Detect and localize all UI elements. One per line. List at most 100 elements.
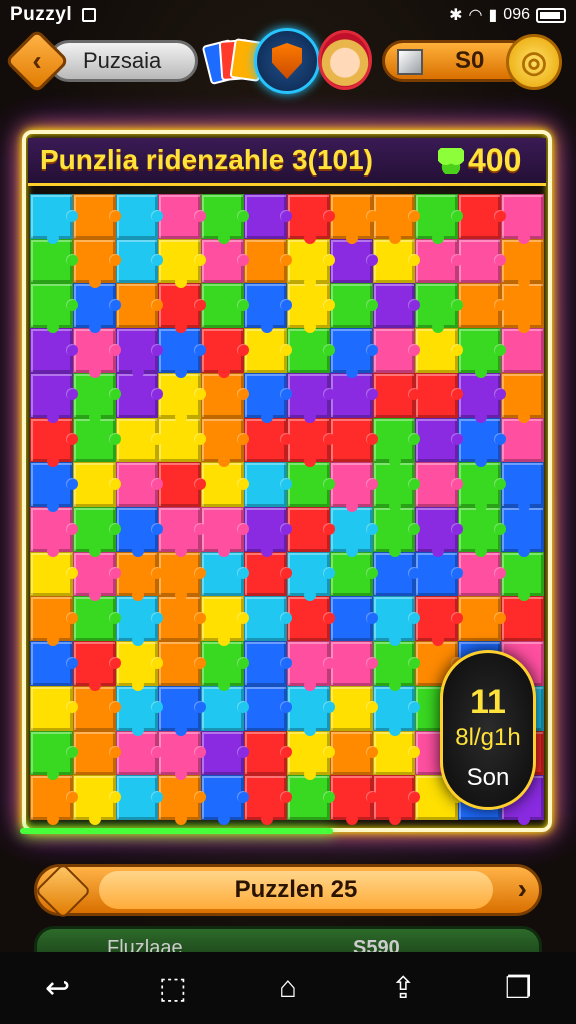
nav-home-icon[interactable]: ⌂ (263, 963, 313, 1013)
puzzle-piece[interactable] (286, 462, 335, 507)
coin-icon[interactable]: ◎ (506, 34, 562, 90)
puzzle-piece[interactable] (501, 238, 544, 289)
puzzle-piece[interactable] (415, 328, 464, 373)
puzzle-piece[interactable] (372, 283, 421, 329)
puzzle-piece[interactable] (244, 685, 292, 731)
puzzle-piece[interactable] (244, 641, 292, 686)
puzzle-piece[interactable] (30, 507, 78, 557)
puzzle-piece[interactable] (329, 417, 378, 463)
puzzle-piece[interactable] (158, 372, 207, 423)
puzzle-piece[interactable] (115, 238, 164, 284)
puzzle-piece[interactable] (72, 730, 121, 776)
puzzle-piece[interactable] (158, 596, 207, 642)
puzzle-piece[interactable] (415, 417, 464, 463)
puzzle-piece[interactable] (415, 283, 464, 333)
nav-share-icon[interactable]: ⇪ (378, 963, 428, 1013)
puzzle-piece[interactable] (286, 238, 335, 289)
puzzle-piece[interactable] (329, 596, 378, 642)
puzzle-piece[interactable] (158, 775, 207, 825)
puzzle-piece[interactable] (372, 685, 421, 736)
avatar[interactable] (318, 30, 372, 90)
puzzle-piece[interactable] (115, 417, 164, 463)
puzzle-piece[interactable] (158, 328, 207, 378)
puzzle-piece[interactable] (158, 283, 207, 333)
puzzle-piece[interactable] (286, 372, 335, 423)
puzzle-piece[interactable] (501, 462, 544, 512)
puzzle-piece[interactable] (201, 417, 249, 467)
puzzle-piece[interactable] (201, 194, 249, 244)
puzzle-piece[interactable] (329, 551, 378, 597)
puzzle-piece[interactable] (329, 238, 378, 284)
puzzle-piece[interactable] (415, 462, 464, 507)
puzzle-piece[interactable] (329, 328, 378, 378)
puzzle-piece[interactable] (415, 596, 464, 646)
puzzle-piece[interactable] (286, 194, 335, 244)
puzzle-piece[interactable] (158, 417, 207, 463)
puzzle-piece[interactable] (158, 641, 207, 686)
puzzle-piece[interactable] (115, 551, 164, 602)
puzzle-piece[interactable] (244, 283, 292, 333)
puzzle-piece[interactable] (158, 507, 207, 557)
puzzle-piece[interactable] (30, 596, 78, 646)
puzzle-piece[interactable] (201, 372, 249, 418)
puzzle-piece[interactable] (72, 685, 121, 731)
puzzle-piece[interactable] (458, 283, 506, 329)
puzzle-piece[interactable] (501, 328, 544, 373)
puzzle-piece[interactable] (415, 551, 464, 597)
puzzle-piece[interactable] (329, 730, 378, 776)
puzzle-piece[interactable] (201, 596, 249, 646)
puzzle-piece[interactable] (30, 283, 78, 333)
puzzle-piece[interactable] (458, 194, 506, 239)
puzzle-piece[interactable] (329, 775, 378, 825)
puzzle-piece[interactable] (286, 551, 335, 602)
puzzle-piece[interactable] (372, 462, 421, 512)
puzzle-piece[interactable] (501, 507, 544, 557)
puzzle-piece[interactable] (372, 417, 421, 467)
puzzle-piece[interactable] (30, 328, 78, 373)
puzzle-piece[interactable] (115, 596, 164, 646)
puzzle-piece[interactable] (372, 551, 421, 597)
puzzle-piece[interactable] (458, 238, 506, 284)
puzzle-piece[interactable] (372, 641, 421, 691)
puzzle-piece[interactable] (72, 641, 121, 691)
puzzle-piece[interactable] (158, 551, 207, 602)
puzzle-piece[interactable] (329, 372, 378, 418)
puzzle-piece[interactable] (30, 194, 78, 244)
puzzle-piece[interactable] (158, 685, 207, 736)
puzzle-piece[interactable] (115, 328, 164, 378)
puzzle-piece[interactable] (30, 641, 78, 686)
puzzle-piece[interactable] (201, 507, 249, 557)
puzzle-piece[interactable] (72, 775, 121, 825)
puzzle-piece[interactable] (458, 596, 506, 642)
puzzle-piece[interactable] (415, 372, 464, 418)
nav-recents-icon[interactable]: ❐ (493, 963, 543, 1013)
puzzle-piece[interactable] (115, 194, 164, 239)
puzzle-piece[interactable] (415, 238, 464, 284)
puzzle-piece[interactable] (458, 328, 506, 378)
puzzle-piece[interactable] (30, 551, 78, 597)
puzzle-piece[interactable] (244, 417, 292, 463)
puzzle-piece[interactable] (415, 194, 464, 244)
puzzle-action-button[interactable]: Puzzlen 25 › (34, 862, 542, 920)
puzzle-piece[interactable] (372, 730, 421, 776)
puzzle-piece[interactable] (286, 730, 335, 780)
nav-back-icon[interactable]: ↩ (33, 963, 83, 1013)
puzzle-piece[interactable] (30, 238, 78, 284)
puzzle-piece[interactable] (286, 775, 335, 820)
puzzle-piece[interactable] (458, 372, 506, 423)
puzzle-piece[interactable] (158, 730, 207, 780)
puzzle-piece[interactable] (72, 417, 121, 463)
puzzle-piece[interactable] (501, 283, 544, 333)
puzzle-piece[interactable] (244, 194, 292, 239)
puzzle-piece[interactable] (72, 194, 121, 239)
puzzle-piece[interactable] (286, 328, 335, 373)
puzzle-piece[interactable] (501, 596, 544, 642)
puzzle-piece[interactable] (201, 551, 249, 597)
puzzle-piece[interactable] (30, 372, 78, 423)
puzzle-piece[interactable] (244, 775, 292, 825)
puzzle-piece[interactable] (244, 507, 292, 557)
puzzle-piece[interactable] (329, 194, 378, 244)
puzzle-piece[interactable] (201, 685, 249, 731)
puzzle-piece[interactable] (329, 283, 378, 329)
puzzle-piece[interactable] (30, 462, 78, 512)
